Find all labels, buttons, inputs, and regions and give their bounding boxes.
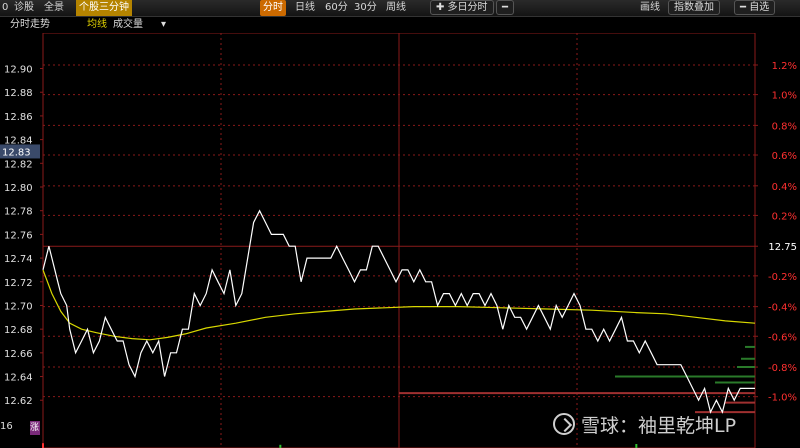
right-tick-label: 0.8% — [772, 121, 797, 132]
left-tick-label: 12.64 — [4, 373, 33, 384]
toolbar-item-0[interactable]: 0 — [2, 0, 8, 16]
left-tick-label: 12.76 — [4, 230, 33, 241]
draw-line-tab[interactable]: 画线 — [640, 0, 660, 16]
current-price-label: 12.83 — [2, 147, 31, 158]
bottom-left-volume: 16 — [0, 421, 13, 432]
right-tick-label: 0.6% — [772, 151, 797, 162]
right-tick-label: -0.2% — [768, 272, 797, 283]
prev-close-tick-label: 12.75 — [768, 242, 797, 253]
chart-toolbar: 0 诊股 全景 个股三分钟 分时 日线 60分 30分 周线 ✚ 多日分时 ━ … — [0, 0, 800, 17]
left-tick-label: 12.78 — [4, 207, 33, 218]
right-tick-label: -0.8% — [768, 363, 797, 374]
left-tick-label: 12.68 — [4, 325, 33, 336]
left-tick-label: 12.88 — [4, 88, 33, 99]
weekly-tab[interactable]: 周线 — [386, 0, 406, 16]
left-tick-label: 12.86 — [4, 112, 33, 123]
intraday-chart: 12.9012.8812.8612.8412.8212.8012.7812.76… — [0, 33, 797, 448]
left-tick-label: 12.80 — [4, 183, 33, 194]
volume-dropdown-icon[interactable]: ▾ — [161, 17, 166, 33]
left-tick-label: 12.74 — [4, 254, 33, 265]
left-tick-label: 12.72 — [4, 278, 33, 289]
intraday-trend-label[interactable]: 分时走势 — [10, 17, 50, 33]
right-tick-label: 1.2% — [772, 61, 797, 72]
min60-tab[interactable]: 60分 — [325, 0, 348, 16]
watermark: 雪球：袖里乾坤LP — [553, 410, 736, 438]
right-tick-label: 1.0% — [772, 91, 797, 102]
left-tick-label: 12.62 — [4, 396, 33, 407]
left-tick-label: 12.70 — [4, 301, 33, 312]
intraday-tab[interactable]: 分时 — [260, 0, 286, 16]
daily-tab[interactable]: 日线 — [295, 0, 315, 16]
three-minute-tab[interactable]: 个股三分钟 — [76, 0, 132, 16]
average-line-label[interactable]: 均线 — [87, 17, 107, 33]
panorama-tab[interactable]: 全景 — [44, 0, 64, 16]
bottom-left-mark: 涨 — [30, 421, 40, 435]
right-tick-label: -0.6% — [768, 332, 797, 343]
xueqiu-logo-icon — [553, 413, 575, 435]
left-tick-label: 12.66 — [4, 349, 33, 360]
right-tick-label: -1.0% — [768, 393, 797, 404]
diagnose-tab[interactable]: 诊股 — [14, 0, 34, 16]
multi-day-intraday-button[interactable]: ✚ 多日分时 — [430, 0, 494, 15]
min30-tab[interactable]: 30分 — [354, 0, 377, 16]
chart-subbar: 分时走势 均线 成交量 ▾ — [0, 17, 800, 33]
watermark-text: 雪球：袖里乾坤LP — [581, 414, 737, 437]
right-tick-label: 0.4% — [772, 182, 797, 193]
index-overlay-button[interactable]: 指数叠加 — [668, 0, 720, 15]
right-tick-label: 0.2% — [772, 211, 797, 222]
right-tick-label: -0.4% — [768, 303, 797, 314]
volume-label[interactable]: 成交量 — [113, 17, 143, 33]
left-tick-label: 12.90 — [4, 65, 33, 76]
left-tick-label: 12.82 — [4, 159, 33, 170]
watchlist-button[interactable]: ━ 自选 — [734, 0, 776, 15]
collapse-button[interactable]: ━ — [496, 0, 515, 15]
